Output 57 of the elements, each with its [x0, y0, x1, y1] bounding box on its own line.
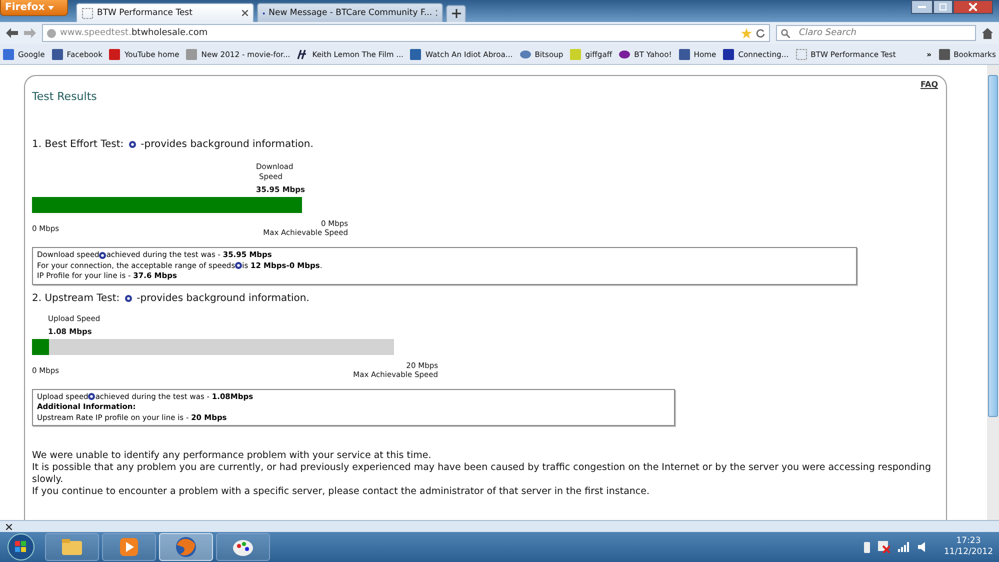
facebook-icon	[678, 48, 690, 60]
help-icon[interactable]	[235, 262, 242, 270]
help-icon[interactable]	[99, 252, 106, 259]
help-icon[interactable]	[128, 141, 136, 148]
search-field[interactable]: Claro Search	[776, 25, 976, 41]
play-icon	[109, 48, 120, 60]
help-icon[interactable]	[88, 393, 96, 400]
globe-icon	[47, 28, 56, 38]
image-icon	[186, 48, 198, 60]
result-message: We were unable to identify any performance problem with your service at this time.	[32, 450, 432, 462]
home-icon[interactable]	[982, 28, 993, 38]
page-icon	[796, 48, 807, 60]
search-icon	[781, 29, 790, 38]
result-message: It is possible that any problem you are currently, or had previously experienced may have been caused by traffic congestion on the Internet or by the server you were accessing responding slowly.	[32, 462, 932, 486]
flag-icon[interactable]	[878, 541, 890, 553]
start-orb-icon[interactable]	[6, 533, 36, 561]
facebook-icon	[52, 48, 63, 60]
taskbar-app[interactable]	[45, 533, 99, 561]
globe-icon	[175, 536, 197, 558]
plus-icon	[452, 9, 460, 18]
back-icon[interactable]	[6, 28, 18, 38]
bookmarks-icon	[938, 48, 950, 60]
url-host: www.speedtest.	[60, 28, 132, 38]
palette-icon	[232, 537, 254, 557]
test-heading: 2. Upstream Test:	[32, 292, 120, 304]
google-icon	[3, 48, 14, 60]
page-title: Test Results	[32, 90, 98, 103]
tab-title: BTW Performance Test	[97, 8, 194, 18]
minimize-icon	[918, 6, 926, 8]
taskbar-app[interactable]	[216, 533, 270, 561]
help-note: -provides background information.	[140, 139, 314, 150]
signal-icon[interactable]	[898, 542, 910, 552]
address-field[interactable]: www.speedtest.btwholesale.com	[42, 24, 770, 42]
test-heading: 1. Best Effort Test:	[32, 139, 124, 150]
minimize-button[interactable]	[911, 0, 933, 14]
help-icon[interactable]	[124, 294, 132, 302]
reload-icon[interactable]	[756, 28, 765, 38]
result-message: If you continue to encounter a problem with a specific server, please contact the administrator of that server in the first instance.	[32, 486, 650, 498]
caret-icon	[48, 6, 54, 10]
star-icon[interactable]	[741, 28, 752, 38]
play-icon	[119, 537, 139, 557]
new-tab-button[interactable]	[446, 5, 466, 22]
browser-tab[interactable]: New Message - BTCare Community F...	[257, 3, 443, 22]
maximize-button[interactable]	[933, 0, 953, 14]
url-domain: btwholesale.com	[131, 28, 208, 38]
battery-icon[interactable]	[864, 542, 870, 552]
clock[interactable]: 17:23 11/12/2012	[944, 536, 993, 558]
taskbar-app[interactable]	[102, 533, 156, 561]
faq-link[interactable]: FAQ	[32, 80, 938, 89]
page-icon	[82, 8, 93, 18]
close-button[interactable]	[953, 0, 993, 14]
folder-icon	[61, 538, 83, 556]
maximize-icon	[939, 3, 947, 11]
help-note: -provides background information.	[136, 292, 310, 304]
browser-tab[interactable]: BTW Performance Test	[76, 3, 254, 22]
tab-title: New Message - BTCare Community F...	[268, 8, 432, 18]
scrollbar[interactable]	[987, 65, 999, 520]
